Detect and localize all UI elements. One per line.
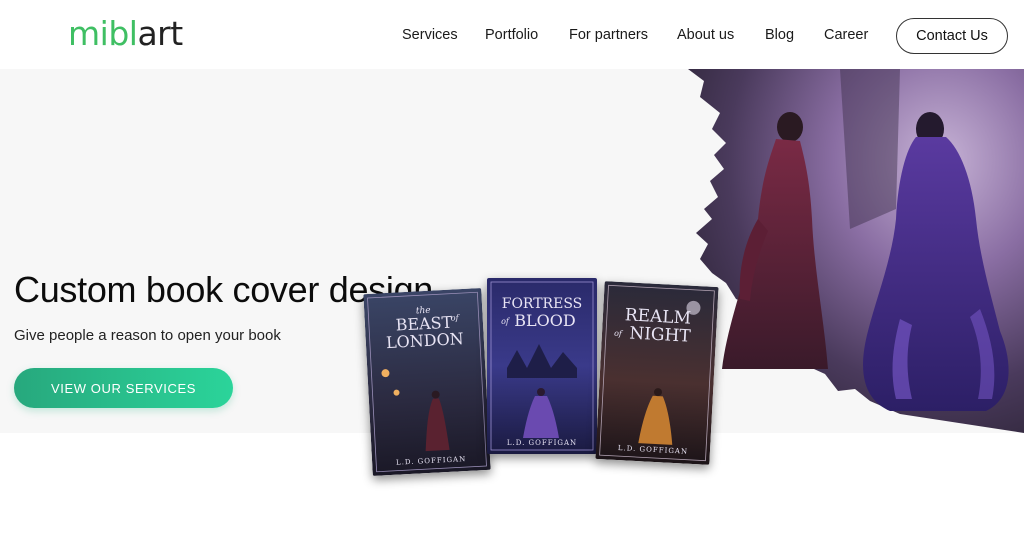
nav-item-about-us[interactable]: About us [677, 27, 734, 43]
book-3-title-2: NIGHT [629, 324, 692, 347]
book-1-title-2: LONDON [386, 329, 465, 352]
logo-part-1: mibl [68, 14, 138, 53]
nav-item-blog[interactable]: Blog [765, 27, 794, 43]
hero-subhead: Give people a reason to open your book [14, 327, 281, 344]
nav-item-services[interactable]: Services [402, 27, 458, 43]
view-our-services-button[interactable]: VIEW OUR SERVICES [14, 368, 233, 408]
nav-item-for-partners[interactable]: For partners [569, 27, 648, 43]
book-2-title-1: FORTRESS [502, 296, 583, 312]
contact-us-button[interactable]: Contact Us [896, 18, 1008, 54]
book-cover-fortress-of-blood[interactable]: FORTRESS of BLOOD L.D. GOFFIGAN [487, 278, 597, 454]
nav-item-portfolio[interactable]: Portfolio [485, 27, 538, 43]
logo-part-2: art [137, 14, 183, 53]
logo[interactable]: miblart [68, 12, 183, 56]
book-2-title-2: BLOOD [514, 311, 575, 330]
book-2-author: L.D. GOFFIGAN [507, 439, 577, 447]
book-cover-realm-of-night[interactable]: REALM of NIGHT L.D. GOFFIGAN [595, 281, 719, 465]
book-cover-beast-of-london[interactable]: the BEAST of LONDON L.D. GOFFIGAN [363, 288, 491, 476]
site-header: miblart Services Portfolio For partners … [0, 0, 1024, 69]
nav-item-career[interactable]: Career [824, 27, 868, 43]
